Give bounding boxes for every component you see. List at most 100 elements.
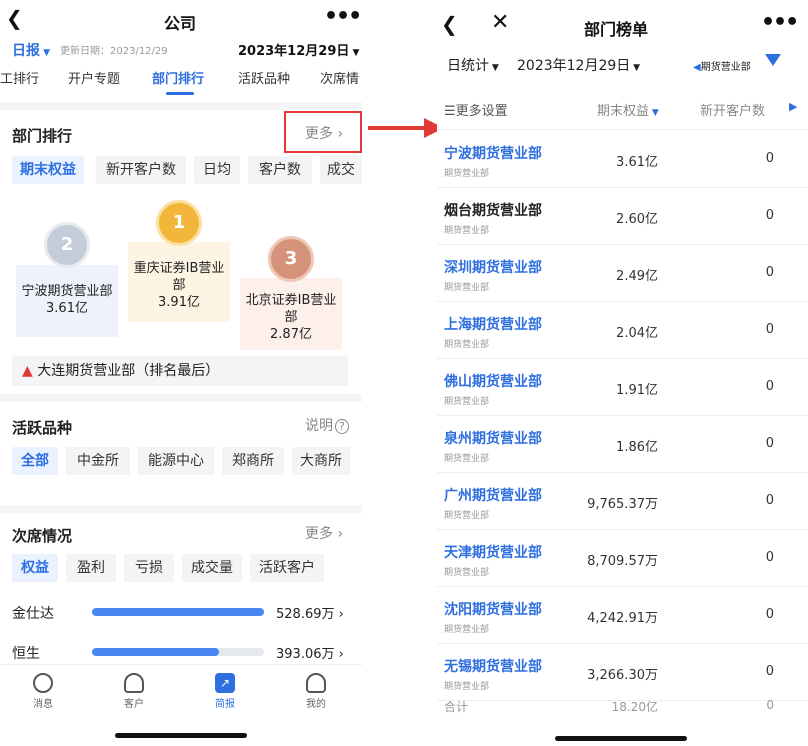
podium-first[interactable]: 重庆证券IB营业部 3.91亿 [128, 242, 230, 322]
date-selector[interactable]: 2023年12月29日 ▼ [517, 55, 640, 75]
scroll-right-icon[interactable]: ▶ [789, 100, 797, 113]
page-title: 公司 [164, 14, 197, 33]
chip-ine[interactable]: 能源中心 [138, 447, 214, 475]
podium-second[interactable]: 宁波期货营业部 3.61亿 [16, 265, 118, 337]
dept-name[interactable]: 无锡期货营业部 [444, 656, 542, 676]
table-row[interactable]: 泉州期货营业部 期货营业部 1.86亿 0 [437, 416, 808, 473]
left-top-bar: ❮ 公司 ••• [0, 0, 362, 40]
date-label: 2023年12月29日 [238, 44, 350, 59]
period-selector[interactable]: 日报 ▼ [12, 40, 50, 60]
profile-icon[interactable] [306, 673, 326, 693]
chip-volume-seats[interactable]: 成交量 [182, 554, 242, 582]
tab-dept-rank[interactable]: 部门排行 [152, 68, 204, 87]
chip-all[interactable]: 全部 [12, 447, 58, 475]
dept-name[interactable]: 天津期货营业部 [444, 542, 542, 562]
chip-new-clients[interactable]: 新开客户数 [96, 156, 186, 184]
more-icon[interactable]: ••• [761, 10, 799, 35]
seat-value: 393.06万 [276, 647, 335, 662]
seat-value: 528.69万 [276, 607, 335, 622]
chip-cffex[interactable]: 中金所 [66, 447, 130, 475]
chip-volume[interactable]: 成交 [320, 156, 362, 184]
tab-account-topic[interactable]: 开户专题 [68, 68, 120, 87]
dept-equity: 8,709.57万 [587, 554, 658, 569]
page-title: 部门榜单 [584, 20, 649, 39]
tab-messages[interactable]: 消息 [18, 695, 68, 710]
chip-profit[interactable]: 盈利 [66, 554, 116, 582]
seat-bar-fill [92, 608, 264, 616]
tab-active-indicator [166, 92, 194, 95]
seat-row-value[interactable]: 528.69万 › [276, 603, 344, 622]
help-label: 说明 [305, 418, 333, 434]
close-icon[interactable]: ✕ [491, 12, 509, 34]
dept-equity: 1.91亿 [616, 383, 658, 398]
podium-first-value: 3.91亿 [158, 295, 200, 310]
dept-new-clients: 0 [765, 208, 774, 223]
table-row[interactable]: 烟台期货营业部 期货营业部 2.60亿 0 [437, 188, 808, 245]
dept-equity: 3,266.30万 [587, 668, 658, 683]
table-row[interactable]: 上海期货营业部 期货营业部 2.04亿 0 [437, 302, 808, 359]
bronze-medal-icon: 3 [268, 236, 314, 282]
back-icon[interactable]: ❮ [6, 8, 23, 28]
last-rank-banner[interactable]: ▲ 大连期货营业部（排名最后） [12, 356, 348, 386]
podium-second-name: 宁波期货营业部 [21, 284, 113, 299]
dept-name[interactable]: 广州期货营业部 [444, 485, 542, 505]
more-icon[interactable]: ••• [324, 4, 362, 29]
seat-row-name: 恒生 [12, 646, 40, 662]
client-icon[interactable] [124, 673, 144, 693]
chip-client-count[interactable]: 客户数 [248, 156, 312, 184]
category-tabs: 工排行 开户专题 部门排行 活跃品种 次席情 [0, 66, 362, 98]
chip-equity[interactable]: 权益 [12, 554, 58, 582]
table-row[interactable]: 天津期货营业部 期货营业部 8,709.57万 0 [437, 530, 808, 587]
gold-rank: 1 [172, 212, 186, 233]
col-equity-header[interactable]: 期末权益 ▼ [597, 100, 659, 119]
table-row[interactable]: 佛山期货营业部 期货营业部 1.91亿 0 [437, 359, 808, 416]
tab-mine[interactable]: 我的 [291, 695, 341, 710]
table-row[interactable]: 深圳期货营业部 期货营业部 2.49亿 0 [437, 245, 808, 302]
table-row[interactable]: 广州期货营业部 期货营业部 9,765.37万 0 [437, 473, 808, 530]
podium-third[interactable]: 北京证券IB营业部 2.87亿 [240, 278, 342, 350]
seat-row-value[interactable]: 393.06万 › [276, 643, 344, 662]
report-icon[interactable]: ↗ [215, 673, 235, 693]
chip-daily-avg[interactable]: 日均 [194, 156, 240, 184]
tab-active-varieties[interactable]: 活跃品种 [238, 68, 290, 87]
settings-button[interactable]: ☰更多设置 [444, 100, 508, 119]
section-divider [0, 394, 362, 402]
chip-dce[interactable]: 大商所 [292, 447, 350, 475]
filter-tag[interactable]: ◀期货营业部 [693, 58, 751, 73]
chip-active-clients[interactable]: 活跃客户 [250, 554, 324, 582]
seats-more-link[interactable]: 更多 › [305, 523, 343, 543]
chip-period-equity[interactable]: 期末权益 [12, 156, 84, 184]
podium-third-value: 2.87亿 [270, 327, 312, 342]
tab-clients[interactable]: 客户 [109, 695, 159, 710]
table-row[interactable]: 宁波期货营业部 期货营业部 3.61亿 0 [437, 131, 808, 188]
active-help-link[interactable]: 说明? [305, 415, 349, 435]
dept-name[interactable]: 烟台期货营业部 [444, 200, 542, 220]
tab-reports[interactable]: 简报 [200, 695, 250, 710]
dept-name[interactable]: 泉州期货营业部 [444, 428, 542, 448]
table-row[interactable]: 沈阳期货营业部 期货营业部 4,242.91万 0 [437, 587, 808, 644]
dept-type: 期货营业部 [444, 283, 490, 293]
date-selector[interactable]: 2023年12月29日 ▼ [238, 40, 359, 59]
tab-seats[interactable]: 次席情 [320, 68, 359, 87]
chip-czce[interactable]: 郑商所 [222, 447, 284, 475]
back-icon[interactable]: ❮ [441, 14, 458, 34]
tab-employee-rank[interactable]: 工排行 [0, 68, 39, 87]
menu-icon: ☰ [444, 104, 456, 119]
chip-loss[interactable]: 亏损 [124, 554, 174, 582]
section-divider [0, 102, 362, 110]
stat-selector[interactable]: 日统计 ▼ [447, 55, 499, 75]
filter-icon[interactable] [765, 54, 781, 66]
dept-name[interactable]: 宁波期货营业部 [444, 143, 542, 163]
stat-label: 日统计 [447, 58, 489, 74]
dept-name[interactable]: 上海期货营业部 [444, 314, 542, 334]
dept-equity: 3.61亿 [616, 155, 658, 170]
silver-rank: 2 [60, 234, 74, 255]
dept-new-clients: 0 [765, 151, 774, 166]
dept-name[interactable]: 深圳期货营业部 [444, 257, 542, 277]
dept-name[interactable]: 沈阳期货营业部 [444, 599, 542, 619]
dept-new-clients: 0 [765, 379, 774, 394]
total-row: 合计 18.20亿 0 [437, 688, 808, 722]
col-new-clients-header[interactable]: 新开客户数 [700, 100, 765, 119]
message-icon[interactable] [33, 673, 53, 693]
dept-name[interactable]: 佛山期货营业部 [444, 371, 542, 391]
